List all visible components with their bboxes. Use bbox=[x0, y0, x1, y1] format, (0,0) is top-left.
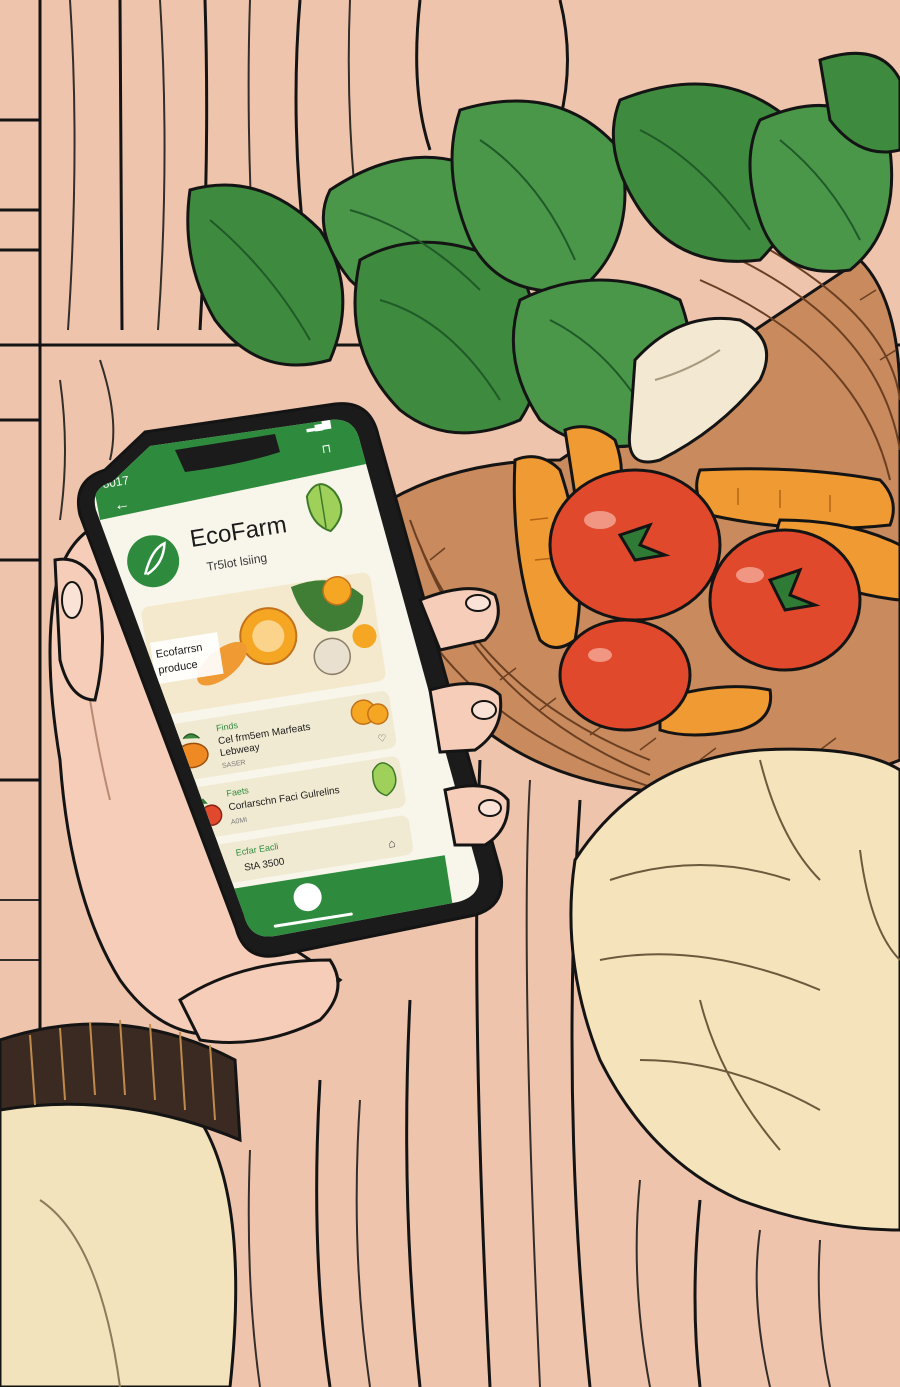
heart-icon[interactable]: ♡ bbox=[377, 733, 388, 745]
back-arrow-icon[interactable]: ← bbox=[113, 495, 131, 514]
illustration-scene: 8017 ← ▂▄▆ ⊓ EcoFarm Tr5lot lsiing Ecofa… bbox=[0, 0, 900, 1387]
sweater-sleeve bbox=[0, 1019, 242, 1387]
